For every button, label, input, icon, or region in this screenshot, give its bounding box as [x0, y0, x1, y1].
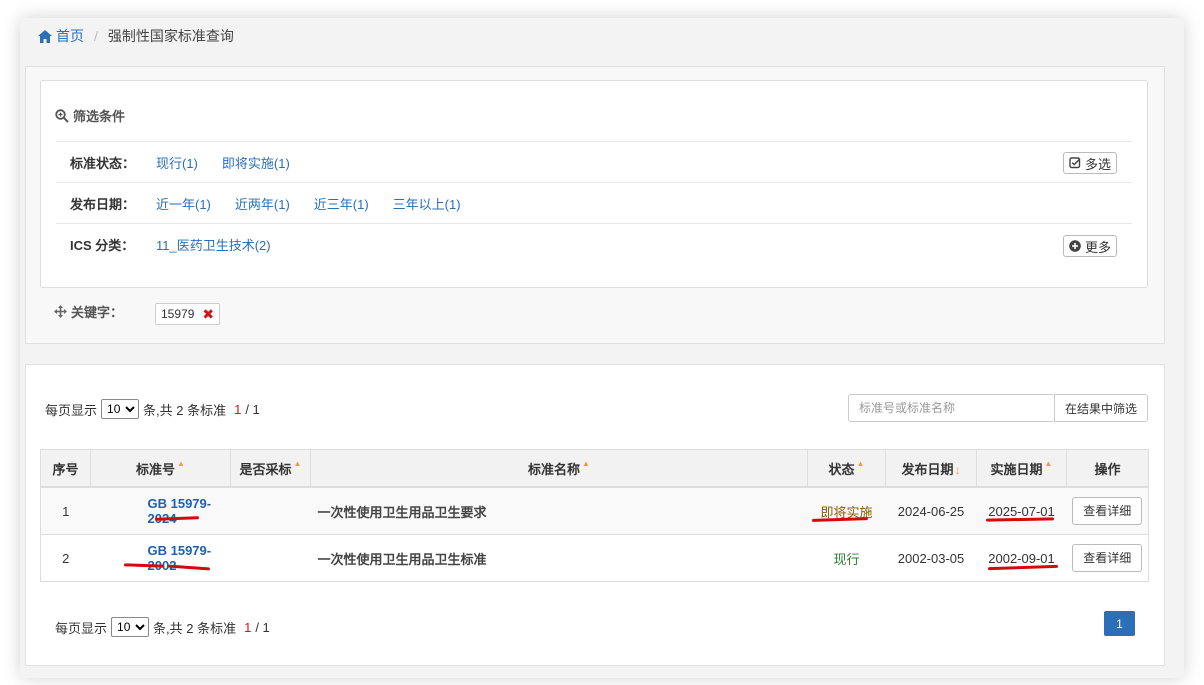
result-filter-button[interactable]: 在结果中筛选 [1054, 394, 1148, 422]
cell-status: 即将实施 [807, 487, 886, 535]
breadcrumb-home-link[interactable]: 首页 [38, 26, 84, 46]
page-current: 1 [234, 401, 242, 417]
col-header-no: 序号 [40, 449, 91, 488]
filter-date-label: 发布日期： [70, 196, 136, 212]
pager-prefix: 每页显示 [55, 620, 108, 636]
filter-status-label: 标准状态： [70, 155, 136, 171]
remove-keyword-icon[interactable]: ✖ [202, 306, 214, 323]
checkbox-edit-icon [1069, 157, 1081, 169]
standard-code-link[interactable]: GB 15979-2024 [148, 496, 212, 526]
filter-row-ics: ICS 分类： 11_医药卫生技术(2) [70, 234, 295, 254]
sort-asc-icon: ▲ [582, 458, 590, 468]
table-row: 1 GB 15979-2024 一次性使用卫生用品卫生要求 即将实施 2024-… [40, 487, 1149, 535]
breadcrumb: 首页 / 强制性国家标准查询 [38, 26, 234, 46]
more-button-label: 更多 [1085, 239, 1112, 255]
cell-action: 查看详细 [1066, 487, 1149, 535]
keyword-value: 15979 [161, 307, 195, 321]
filter-row-date: 发布日期： 近一年(1) 近两年(1) 近三年(1) 三年以上(1) [70, 193, 485, 213]
filter-title: 筛选条件 [55, 106, 125, 125]
filter-row-status: 标准状态： 现行(1) 即将实施(1) [70, 152, 314, 172]
plus-circle-icon [1069, 240, 1081, 252]
cell-name: 一次性使用卫生用品卫生要求 [310, 487, 808, 535]
page-total: / 1 [245, 401, 260, 417]
filter-date-option[interactable]: 近一年(1) [156, 194, 211, 213]
page-total: / 1 [255, 619, 270, 635]
page-size-select[interactable]: 10 [101, 399, 140, 419]
cell-action: 查看详细 [1066, 534, 1149, 582]
filter-status-option[interactable]: 即将实施(1) [222, 153, 290, 172]
cell-name: 一次性使用卫生用品卫生标准 [310, 534, 808, 582]
multi-select-label: 多选 [1085, 156, 1112, 172]
more-button[interactable]: 更多 [1063, 235, 1118, 257]
table-row: 2 GB 15979-2002 一次性使用卫生用品卫生标准 现行 2002-03… [40, 534, 1149, 582]
col-header-pub-date[interactable]: 发布日期↓ [885, 449, 977, 488]
pager-bottom: 每页显示 10 条,共 2 条标准 1 / 1 [55, 617, 270, 637]
pager-prefix: 每页显示 [45, 402, 98, 418]
page-current: 1 [244, 619, 252, 635]
divider [56, 223, 1132, 224]
col-header-name[interactable]: 标准名称 ▲ [310, 449, 808, 488]
cell-pub-date: 2002-03-05 [885, 534, 977, 582]
divider [56, 141, 1132, 142]
filter-ics-label: ICS 分类： [70, 237, 135, 253]
filter-ics-option[interactable]: 11_医药卫生技术(2) [156, 235, 271, 254]
table-header-row: 序号 标准号 ▲ 是否采标 ▲ 标准名称 ▲ 状态 ▲ 发布日期↓ 实施日期 ▲ 操作 [40, 449, 1149, 488]
filter-title-label: 筛选条件 [73, 109, 126, 124]
page-size-select[interactable]: 10 [111, 617, 150, 637]
home-icon [38, 29, 52, 43]
cell-pub-date: 2024-06-25 [885, 487, 977, 535]
col-header-impl-date[interactable]: 实施日期 ▲ [976, 449, 1067, 488]
view-detail-button[interactable]: 查看详细 [1072, 544, 1143, 572]
cell-code: GB 15979-2002 [90, 534, 231, 582]
sort-desc-icon: ↓ [954, 462, 961, 477]
pager-suffix: 条,共 2 条标准 [153, 620, 237, 636]
pager-suffix: 条,共 2 条标准 [143, 402, 227, 418]
status-badge: 现行 [833, 551, 860, 567]
cell-code: GB 15979-2024 [90, 487, 231, 535]
cell-impl-date: 2002-09-01 [976, 534, 1067, 582]
move-arrows-icon [54, 305, 67, 318]
cell-impl-date: 2025-07-01 [976, 487, 1067, 535]
multi-select-button[interactable]: 多选 [1063, 152, 1118, 174]
breadcrumb-separator: / [94, 28, 98, 44]
keyword-tag: 15979 ✖ [155, 303, 221, 325]
zoom-search-icon [55, 108, 69, 123]
pager-top: 每页显示 10 条,共 2 条标准 1 / 1 [45, 399, 260, 419]
results-table: 序号 标准号 ▲ 是否采标 ▲ 标准名称 ▲ 状态 ▲ 发布日期↓ 实施日期 ▲ 操作 1… [40, 449, 1149, 582]
breadcrumb-home-label: 首页 [56, 28, 84, 44]
filter-date-option[interactable]: 三年以上(1) [393, 194, 461, 213]
breadcrumb-current: 强制性国家标准查询 [107, 28, 234, 44]
cell-no: 1 [40, 487, 91, 535]
col-header-adopt[interactable]: 是否采标 ▲ [230, 449, 311, 488]
col-header-status[interactable]: 状态 ▲ [807, 449, 886, 488]
divider [56, 182, 1132, 183]
view-detail-button[interactable]: 查看详细 [1072, 497, 1143, 525]
result-filter-input[interactable] [848, 394, 1053, 422]
sort-asc-icon: ▲ [856, 458, 865, 468]
page-number-button[interactable]: 1 [1104, 611, 1135, 636]
sort-asc-icon: ▲ [293, 458, 302, 468]
keyword-label-group: 关键字： [54, 302, 123, 321]
cell-status: 现行 [807, 534, 886, 582]
filter-date-option[interactable]: 近两年(1) [235, 194, 290, 213]
sort-asc-icon: ▲ [177, 458, 185, 468]
keyword-label: 关键字： [71, 305, 124, 320]
cell-no: 2 [40, 534, 91, 582]
filter-status-option[interactable]: 现行(1) [156, 153, 198, 172]
col-header-action: 操作 [1066, 449, 1149, 488]
col-header-code[interactable]: 标准号 ▲ [90, 449, 231, 488]
cell-adopt [230, 487, 311, 535]
filter-box [40, 80, 1148, 288]
cell-adopt [230, 534, 311, 582]
sort-asc-icon: ▲ [1044, 458, 1053, 468]
filter-date-option[interactable]: 近三年(1) [314, 194, 369, 213]
